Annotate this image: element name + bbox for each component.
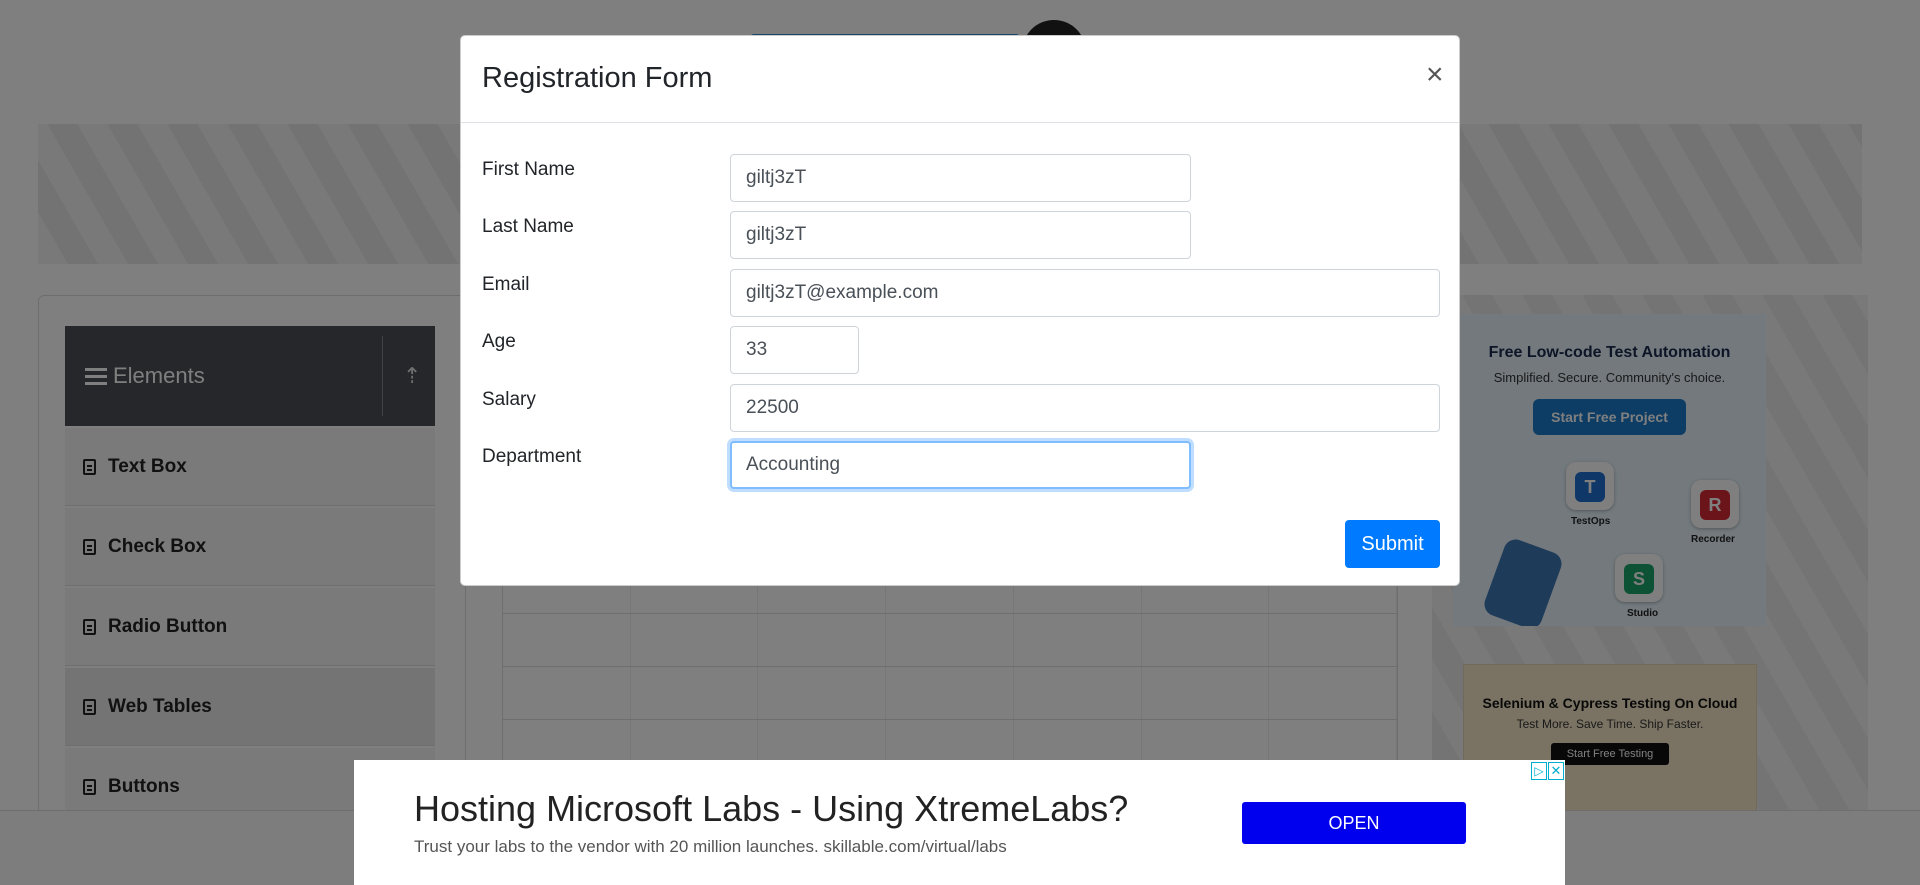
age-input[interactable] (730, 326, 859, 374)
email-input[interactable] (730, 269, 1440, 317)
salary-label: Salary (482, 389, 536, 410)
modal-header: Registration Form × (461, 36, 1459, 123)
salary-input[interactable] (730, 384, 1440, 432)
last-name-input[interactable] (730, 211, 1191, 259)
modal-title: Registration Form (482, 62, 713, 94)
department-input[interactable] (730, 441, 1191, 489)
ad-open-button[interactable]: OPEN (1242, 802, 1466, 844)
adchoices-icon[interactable]: ▷ (1531, 762, 1547, 780)
ad-headline[interactable]: Hosting Microsoft Labs - Using XtremeLab… (414, 788, 1128, 830)
age-label: Age (482, 331, 516, 352)
submit-button[interactable]: Submit (1345, 520, 1440, 568)
close-ad-icon[interactable]: ✕ (1548, 762, 1564, 780)
department-label: Department (482, 446, 582, 467)
ad-subline: Trust your labs to the vendor with 20 mi… (414, 837, 1007, 856)
email-label: Email (482, 274, 530, 295)
registration-form-modal: Registration Form × First Name Last Name… (460, 35, 1460, 586)
bottom-ad-banner[interactable]: Hosting Microsoft Labs - Using XtremeLab… (354, 760, 1565, 885)
close-icon[interactable]: × (1426, 60, 1444, 90)
first-name-label: First Name (482, 159, 575, 180)
last-name-label: Last Name (482, 216, 574, 237)
first-name-input[interactable] (730, 154, 1191, 202)
